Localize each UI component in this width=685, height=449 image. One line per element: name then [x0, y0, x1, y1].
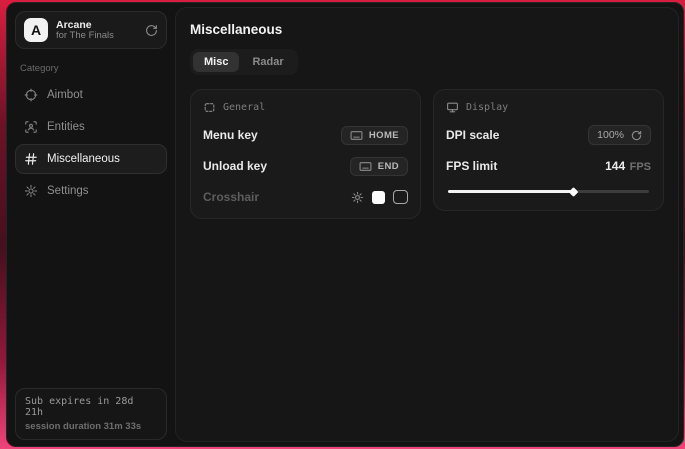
crosshair-color-swatch[interactable]	[372, 191, 385, 204]
fps-limit-readout: 144 FPS	[605, 157, 651, 175]
dpi-scale-label: DPI scale	[446, 128, 499, 142]
crosshair-icon	[24, 88, 38, 102]
menu-key-bind-button[interactable]: HOME	[341, 126, 408, 145]
category-label: Category	[20, 63, 167, 74]
display-card: Display DPI scale 100%	[433, 89, 664, 211]
sync-icon[interactable]	[145, 24, 158, 37]
dpi-scale-row: DPI scale 100%	[446, 125, 651, 145]
fps-limit-value: 144	[605, 159, 625, 173]
gear-icon	[24, 184, 38, 198]
crosshair-label: Crosshair	[203, 190, 259, 204]
display-card-title: Display	[466, 102, 508, 113]
gear-icon[interactable]	[351, 191, 364, 204]
fps-limit-row: FPS limit 144 FPS	[446, 156, 651, 176]
monitor-icon	[446, 101, 459, 114]
desktop-background: A Arcane for The Finals Category	[0, 0, 685, 449]
unload-key-row: Unload key END	[203, 156, 408, 176]
general-card-title: General	[223, 102, 265, 113]
sidebar-nav: Aimbot Entities	[15, 80, 167, 206]
display-card-header: Display	[446, 101, 651, 114]
fps-slider-thumb[interactable]	[568, 187, 578, 197]
cards-row: General Menu key HOME	[190, 89, 664, 219]
menu-key-value: HOME	[369, 130, 399, 141]
crosshair-toggle-checkbox[interactable]	[393, 190, 408, 204]
fps-limit-label: FPS limit	[446, 159, 497, 173]
menu-key-label: Menu key	[203, 128, 258, 142]
refresh-icon[interactable]	[631, 130, 642, 141]
app-subtitle: for The Finals	[56, 31, 137, 42]
app-title: Arcane	[56, 19, 137, 31]
fps-slider-fill	[448, 190, 573, 193]
general-card-header: General	[203, 101, 408, 114]
unload-key-value: END	[378, 161, 399, 172]
subscription-card: Sub expires in 28d 21h session duration …	[15, 388, 167, 440]
app-window: A Arcane for The Finals Category	[6, 2, 684, 447]
app-logo: A	[24, 18, 48, 42]
sidebar-item-label: Entities	[47, 121, 85, 133]
subscription-expiry: Sub expires in 28d 21h	[25, 396, 157, 418]
sidebar-item-label: Miscellaneous	[47, 153, 120, 165]
keyboard-icon	[350, 130, 363, 141]
fps-limit-slider[interactable]	[448, 190, 649, 193]
sidebar-item-aimbot[interactable]: Aimbot	[15, 80, 167, 110]
dpi-scale-control[interactable]: 100%	[588, 125, 651, 145]
sidebar-item-entities[interactable]: Entities	[15, 112, 167, 142]
crosshair-row: Crosshair	[203, 187, 408, 207]
fps-limit-unit: FPS	[630, 161, 651, 173]
sidebar-item-miscellaneous[interactable]: Miscellaneous	[15, 144, 167, 174]
keyboard-icon	[359, 161, 372, 172]
sidebar: A Arcane for The Finals Category	[7, 3, 175, 446]
menu-key-row: Menu key HOME	[203, 125, 408, 145]
hash-icon	[24, 152, 38, 166]
person-scan-icon	[24, 120, 38, 134]
main-panel: Miscellaneous Misc Radar General	[175, 7, 679, 442]
tab-radar[interactable]: Radar	[241, 52, 294, 72]
sidebar-item-settings[interactable]: Settings	[15, 176, 167, 206]
logo-card: A Arcane for The Finals	[15, 11, 167, 49]
sidebar-item-label: Settings	[47, 185, 89, 197]
unload-key-label: Unload key	[203, 159, 267, 173]
dpi-scale-value: 100%	[597, 129, 624, 141]
session-duration: session duration 31m 33s	[25, 421, 157, 432]
sidebar-item-label: Aimbot	[47, 89, 83, 101]
tab-bar: Misc Radar	[190, 49, 298, 75]
tab-misc[interactable]: Misc	[193, 52, 239, 72]
dashed-square-icon	[203, 101, 216, 114]
crosshair-controls	[351, 190, 408, 204]
page-title: Miscellaneous	[190, 22, 664, 37]
general-card: General Menu key HOME	[190, 89, 421, 219]
unload-key-bind-button[interactable]: END	[350, 157, 408, 176]
logo-text: Arcane for The Finals	[56, 19, 137, 42]
